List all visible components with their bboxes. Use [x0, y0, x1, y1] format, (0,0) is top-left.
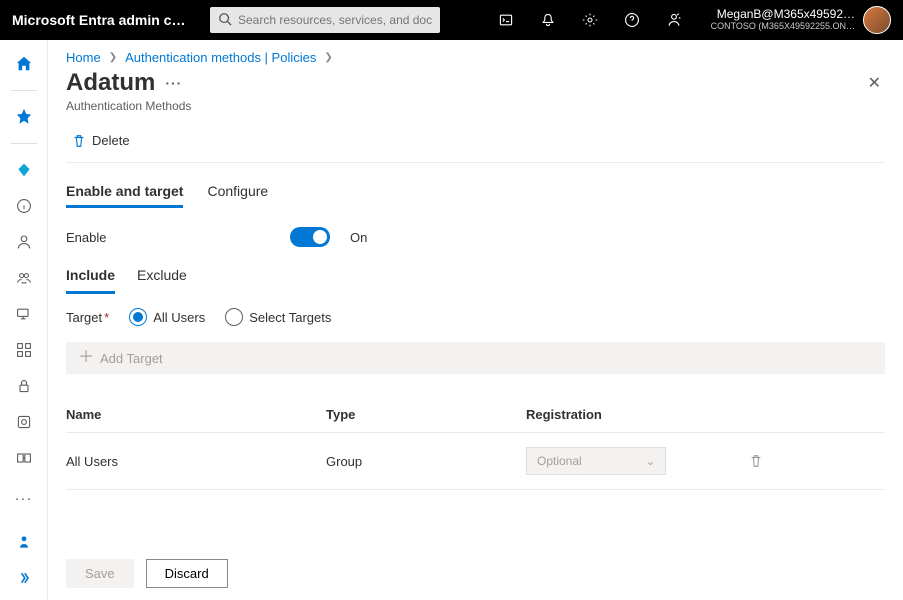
nav-external[interactable] [8, 442, 40, 474]
cloud-shell-icon[interactable] [497, 11, 515, 29]
breadcrumb-home[interactable]: Home [66, 50, 101, 65]
tab-include[interactable]: Include [66, 261, 115, 294]
enable-state: On [350, 230, 367, 245]
avatar[interactable] [863, 6, 891, 34]
help-icon[interactable] [623, 11, 641, 29]
nav-users[interactable] [8, 226, 40, 258]
user-email: MeganB@M365x49592… [711, 8, 855, 21]
user-menu[interactable]: MeganB@M365x49592… CONTOSO (M365X4959225… [711, 6, 891, 34]
target-label: Target [66, 310, 102, 325]
breadcrumb-section[interactable]: Authentication methods | Policies [125, 50, 316, 65]
cell-type: Group [326, 454, 526, 469]
table-row: All Users Group Optional ⌄ [66, 433, 885, 490]
nav-home[interactable] [8, 48, 40, 80]
nav-favorites[interactable] [8, 101, 40, 133]
delete-label: Delete [92, 133, 130, 148]
enable-toggle[interactable] [290, 227, 330, 247]
tab-configure[interactable]: Configure [207, 177, 268, 208]
nav-devices[interactable] [8, 298, 40, 330]
plus-icon: ＋ [78, 350, 94, 366]
radio-all-users-label: All Users [153, 310, 205, 325]
add-target-label: Add Target [100, 351, 163, 366]
enable-label: Enable [66, 230, 276, 245]
delete-button[interactable]: Delete [66, 129, 136, 152]
nav-more[interactable]: ··· [8, 482, 40, 514]
footer-actions: Save Discard [66, 559, 228, 588]
nav-info[interactable] [8, 190, 40, 222]
global-search [210, 7, 440, 33]
search-icon [218, 12, 232, 26]
trash-icon [72, 134, 86, 148]
primary-tabs: Enable and target Configure [66, 177, 885, 209]
breadcrumb: Home ❯ Authentication methods | Policies… [66, 50, 885, 65]
search-input[interactable] [210, 7, 440, 33]
col-registration: Registration [526, 407, 726, 422]
registration-value: Optional [537, 454, 582, 468]
save-button[interactable]: Save [66, 559, 134, 588]
nav-governance[interactable] [8, 406, 40, 438]
required-indicator: * [104, 310, 109, 325]
main-content: Home ❯ Authentication methods | Policies… [48, 40, 903, 600]
brand-label: Microsoft Entra admin cent… [12, 12, 192, 28]
chevron-right-icon: ❯ [324, 52, 332, 63]
include-exclude-tabs: Include Exclude [66, 261, 885, 294]
nav-learn[interactable] [8, 526, 40, 558]
left-nav: ··· [0, 40, 48, 600]
user-tenant: CONTOSO (M365X49592255.ON… [711, 22, 855, 32]
notifications-icon[interactable] [539, 11, 557, 29]
page-subtitle: Authentication Methods [66, 99, 191, 113]
delete-row-button[interactable] [726, 454, 786, 468]
col-type: Type [326, 407, 526, 422]
col-name: Name [66, 407, 326, 422]
feedback-icon[interactable] [665, 11, 683, 29]
nav-expand[interactable] [8, 562, 40, 594]
top-bar: Microsoft Entra admin cent… MeganB@M365x… [0, 0, 903, 40]
add-target-button[interactable]: ＋ Add Target [66, 342, 885, 374]
command-bar: Delete [66, 123, 885, 163]
nav-apps[interactable] [8, 334, 40, 366]
nav-groups[interactable] [8, 262, 40, 294]
targets-table: Name Type Registration All Users Group O… [66, 394, 885, 490]
nav-protect[interactable] [8, 370, 40, 402]
chevron-down-icon: ⌄ [646, 455, 655, 468]
registration-select[interactable]: Optional ⌄ [526, 447, 666, 475]
radio-select-targets-label: Select Targets [249, 310, 331, 325]
radio-all-users[interactable]: All Users [129, 308, 205, 326]
page-title: Adatum [66, 69, 155, 97]
tab-enable-target[interactable]: Enable and target [66, 177, 183, 208]
settings-icon[interactable] [581, 11, 599, 29]
close-button[interactable]: ✕ [864, 69, 885, 97]
nav-diamond[interactable] [8, 154, 40, 186]
cell-name: All Users [66, 454, 326, 469]
discard-button[interactable]: Discard [146, 559, 228, 588]
chevron-right-icon: ❯ [109, 52, 117, 63]
more-actions-icon[interactable]: ··· [165, 75, 182, 91]
tab-exclude[interactable]: Exclude [137, 261, 187, 294]
radio-select-targets[interactable]: Select Targets [225, 308, 331, 326]
